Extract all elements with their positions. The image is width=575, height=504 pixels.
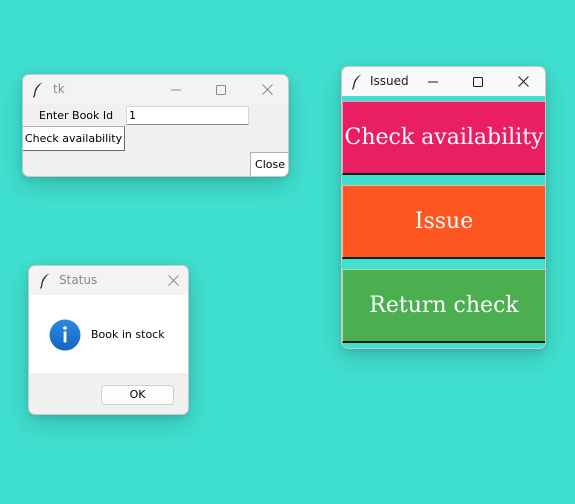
maximize-icon (216, 84, 226, 95)
close-icon (167, 275, 179, 286)
feather-icon (351, 74, 362, 90)
tk-titlebar[interactable]: tk (23, 75, 288, 104)
window-title: Issued (370, 74, 409, 88)
check-availability-button[interactable]: Check availability (23, 126, 125, 151)
ok-button[interactable]: OK (101, 385, 174, 405)
issue-button[interactable]: Issue (342, 185, 545, 259)
book-id-input[interactable] (126, 106, 249, 125)
status-titlebar[interactable]: Status (29, 266, 188, 295)
status-dialog: Status Book in stock OK (28, 265, 189, 415)
minimize-icon (171, 89, 181, 90)
check-availability-button[interactable]: Check availability (342, 101, 545, 175)
feather-icon (32, 82, 43, 98)
maximize-button[interactable] (458, 67, 498, 96)
close-icon (261, 84, 273, 95)
close-app-button[interactable]: Close (250, 152, 288, 176)
close-button[interactable] (503, 67, 543, 96)
info-icon (49, 319, 81, 351)
tk-window: tk Enter Book Id Check availability Clos… (22, 74, 289, 177)
issued-window: Issued Check availability Issue Return c… (341, 66, 546, 349)
status-message: Book in stock (91, 328, 165, 341)
close-icon (517, 76, 529, 87)
feather-icon (39, 273, 50, 289)
dialog-close-button[interactable] (155, 266, 188, 295)
maximize-button[interactable] (201, 75, 241, 104)
dialog-body: Book in stock (29, 295, 188, 373)
minimize-icon (428, 81, 438, 82)
dialog-title: Status (59, 273, 98, 287)
close-button[interactable] (247, 75, 287, 104)
issued-titlebar[interactable]: Issued (342, 67, 545, 96)
minimize-button[interactable] (156, 75, 196, 104)
maximize-icon (473, 76, 483, 87)
return-check-button[interactable]: Return check (342, 269, 545, 343)
minimize-button[interactable] (413, 67, 453, 96)
window-title: tk (53, 82, 65, 96)
book-id-label: Enter Book Id (39, 109, 114, 122)
